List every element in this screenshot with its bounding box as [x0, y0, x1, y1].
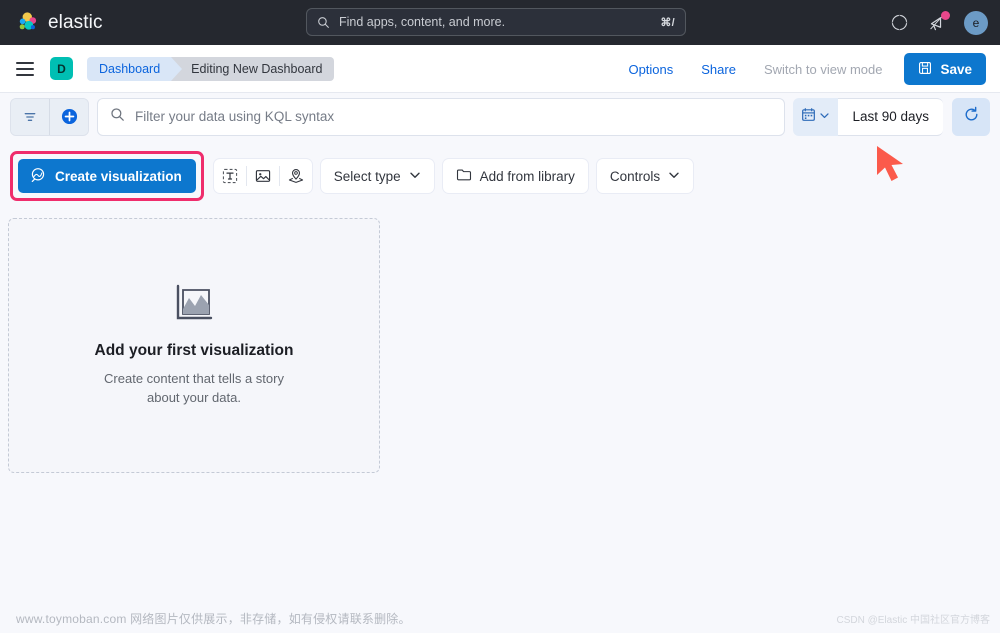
brand-name: elastic — [48, 11, 103, 33]
save-button[interactable]: Save — [904, 53, 986, 85]
header-actions: Options Share Switch to view mode Save — [614, 45, 986, 93]
controls-label: Controls — [609, 168, 661, 184]
text-panel-icon[interactable] — [214, 159, 246, 193]
chevron-down-icon — [668, 169, 680, 184]
controls-button[interactable]: Controls — [596, 159, 694, 193]
folder-icon — [456, 167, 472, 186]
watermark-left: www.toymoban.com 网络图片仅供展示，非存储，如有侵权请联系删除。 — [16, 612, 411, 626]
breadcrumb-item-editing[interactable]: Editing New Dashboard — [171, 56, 335, 81]
global-search-shortcut: ⌘/ — [660, 16, 675, 29]
add-from-library-label: Add from library — [479, 168, 575, 184]
quick-panel-icon-group — [213, 159, 312, 193]
kql-placeholder: Filter your data using KQL syntax — [135, 109, 335, 124]
user-avatar[interactable]: e — [964, 10, 988, 35]
add-from-library-button[interactable]: Add from library — [442, 159, 588, 193]
filter-icon[interactable] — [11, 98, 49, 135]
empty-state-title: Add your first visualization — [94, 342, 294, 360]
search-icon — [110, 107, 125, 127]
avatar-initial: e — [972, 15, 980, 30]
date-range-value[interactable]: Last 90 days — [838, 97, 943, 136]
elastic-brand[interactable]: elastic — [14, 10, 103, 35]
breadcrumb: Dashboard Editing New Dashboard — [87, 56, 335, 81]
switch-to-view-mode-button[interactable]: Switch to view mode — [750, 62, 897, 77]
watermark-right: CSDN @Elastic 中国社区官方博客 — [836, 615, 991, 626]
global-search-input[interactable]: Find apps, content, and more. ⌘/ — [306, 8, 686, 36]
app-header: D Dashboard Editing New Dashboard Option… — [0, 45, 1000, 93]
options-button[interactable]: Options — [614, 62, 687, 77]
space-badge[interactable]: D — [50, 57, 73, 80]
image-panel-icon[interactable] — [247, 159, 279, 193]
map-panel-icon[interactable] — [280, 159, 312, 193]
date-picker: Last 90 days — [793, 97, 943, 136]
breadcrumb-item-dashboard[interactable]: Dashboard — [87, 56, 183, 81]
chevron-down-icon — [409, 169, 421, 184]
area-chart-icon — [174, 283, 214, 328]
select-type-button[interactable]: Select type — [320, 159, 434, 193]
elastic-logo-icon — [14, 10, 39, 35]
save-label: Save — [940, 61, 972, 77]
lens-icon — [30, 167, 46, 186]
add-circle-icon[interactable] — [50, 98, 88, 135]
search-icon — [317, 16, 330, 29]
breadcrumb-label: Editing New Dashboard — [191, 61, 323, 76]
empty-state-subtitle: Create content that tells a story about … — [104, 371, 284, 405]
announcement-icon[interactable] — [926, 10, 950, 34]
select-type-label: Select type — [333, 168, 401, 184]
help-icon[interactable] — [888, 12, 910, 34]
chevron-down-icon — [819, 108, 830, 126]
create-visualization-button[interactable]: Create visualization — [18, 159, 196, 193]
create-visualization-label: Create visualization — [55, 168, 182, 184]
share-button[interactable]: Share — [687, 62, 750, 77]
empty-dashboard-panel[interactable]: Add your first visualization Create cont… — [8, 218, 380, 473]
dashboard-editor-screen: elastic Find apps, content, and more. ⌘/ — [0, 0, 1000, 633]
calendar-icon — [801, 107, 816, 127]
breadcrumb-label: Dashboard — [99, 61, 161, 76]
save-disk-icon — [918, 61, 932, 78]
filter-group — [10, 97, 89, 136]
refresh-button[interactable] — [952, 97, 990, 136]
notification-badge — [941, 10, 950, 20]
date-quick-select-button[interactable] — [793, 97, 839, 136]
hamburger-menu-icon[interactable] — [16, 61, 34, 76]
global-nav-actions: e — [888, 0, 988, 45]
create-visualization-highlight: Create visualization — [10, 151, 204, 201]
dashboard-edit-toolbar: Create visualization Select type Add fro… — [0, 151, 1000, 201]
global-nav-bar: elastic Find apps, content, and more. ⌘/ — [0, 0, 1000, 45]
global-search-placeholder: Find apps, content, and more. — [339, 15, 506, 29]
refresh-icon — [963, 106, 980, 128]
kql-search-input[interactable]: Filter your data using KQL syntax — [97, 97, 786, 136]
query-bar: Filter your data using KQL syntax Last 9… — [0, 93, 1000, 140]
